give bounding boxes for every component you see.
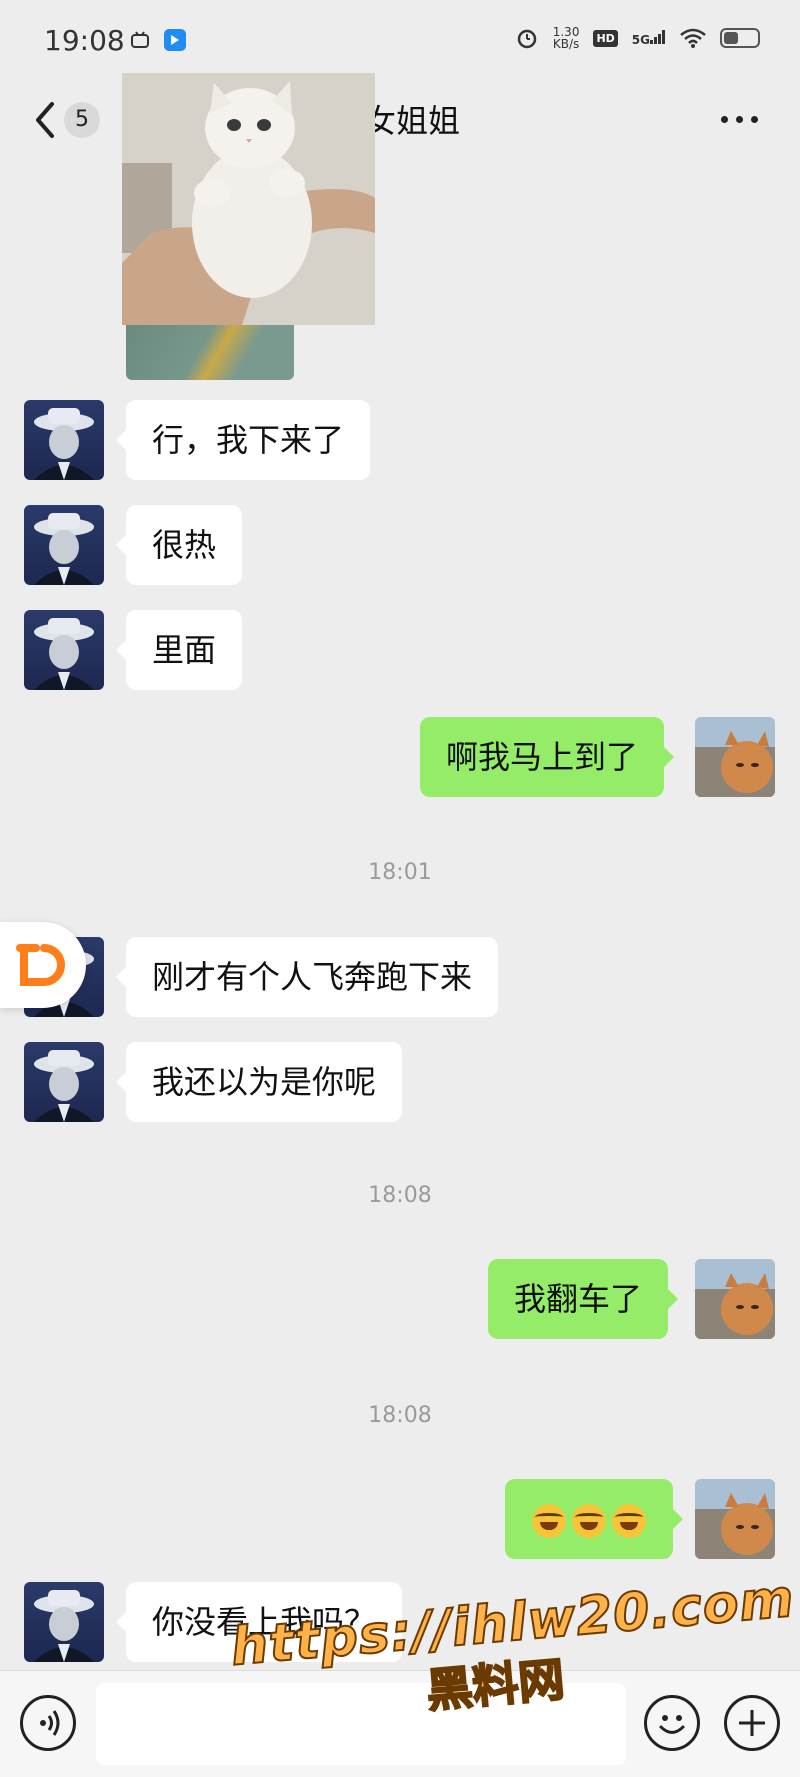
plus-icon (739, 1710, 765, 1736)
my-avatar[interactable] (695, 717, 775, 797)
incoming-message[interactable]: 很热 (115, 505, 243, 585)
incoming-message[interactable]: 我还以为是你呢 (115, 1042, 403, 1122)
more-functions-button[interactable] (724, 1695, 780, 1751)
contact-avatar[interactable] (24, 610, 104, 690)
contact-avatar[interactable] (24, 400, 104, 480)
message-text-input[interactable] (96, 1683, 626, 1765)
status-time: 19:08 (44, 24, 125, 57)
voice-icon (40, 1710, 60, 1736)
chat-header: 5 女姐姐 (0, 80, 800, 160)
rolling-laughing-emoji (532, 1504, 566, 1538)
wifi-icon (680, 28, 706, 48)
my-avatar[interactable] (695, 1259, 775, 1339)
incoming-message[interactable]: 刚才有个人飞奔跑下来 (115, 937, 499, 1017)
message-timestamp: 18:08 (368, 1403, 432, 1428)
didi-floating-button[interactable] (0, 922, 86, 1008)
chat-title: 女姐姐 (364, 102, 461, 140)
contact-avatar[interactable] (24, 505, 104, 585)
cat-sticker-image[interactable] (122, 73, 375, 325)
outgoing-emoji-message[interactable] (505, 1479, 683, 1559)
signal-5g-icon: 5G (632, 29, 666, 47)
message-timestamp: 18:08 (368, 1183, 432, 1208)
rolling-laughing-emoji (572, 1504, 606, 1538)
outgoing-message[interactable]: 啊我马上到了 (420, 717, 675, 797)
didi-logo-icon (16, 944, 65, 986)
more-options-icon[interactable] (721, 116, 758, 123)
back-arrow-icon[interactable] (30, 98, 60, 142)
emoji-button[interactable] (644, 1695, 700, 1751)
message-input-bar (0, 1670, 800, 1777)
status-bar: 19:08 1.30 KB/s HD 5G (0, 0, 800, 80)
incoming-message[interactable]: 你没看上我吗？ (115, 1582, 403, 1662)
message-timestamp: 18:01 (368, 860, 432, 885)
previous-image-message[interactable] (126, 320, 294, 380)
alarm-icon (517, 29, 536, 49)
app-notification-icon (131, 31, 149, 48)
battery-icon (720, 28, 760, 48)
my-avatar[interactable] (695, 1479, 775, 1559)
unread-count-badge[interactable]: 5 (64, 102, 100, 138)
smiley-icon (659, 1715, 685, 1734)
contact-avatar[interactable] (24, 1042, 104, 1122)
incoming-message[interactable]: 里面 (115, 610, 243, 690)
app-notification-icon-blue (164, 29, 186, 51)
contact-avatar[interactable] (24, 1582, 104, 1662)
incoming-message[interactable]: 行，我下来了 (115, 400, 371, 480)
voice-input-button[interactable] (20, 1695, 76, 1751)
outgoing-message[interactable]: 我翻车了 (488, 1259, 679, 1339)
hd-badge: HD (593, 29, 618, 47)
rolling-laughing-emoji (612, 1504, 646, 1538)
network-speed: 1.30 KB/s (552, 25, 580, 51)
